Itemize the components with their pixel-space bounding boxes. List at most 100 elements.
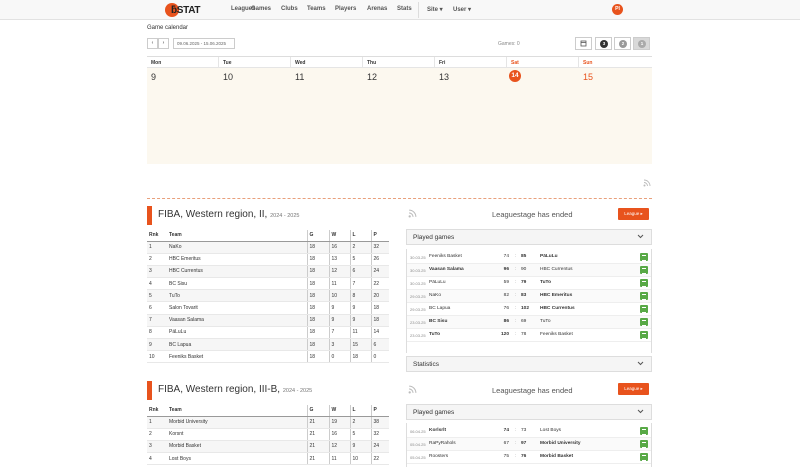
boxscore-icon[interactable] bbox=[640, 253, 648, 261]
away-team[interactable]: Morbid University bbox=[540, 441, 581, 446]
league-title[interactable]: FIBA, Western region, II, 2024 - 2025 bbox=[158, 209, 299, 220]
table-row[interactable]: 6 Salon Tovarit 18 9 9 18 bbox=[147, 301, 389, 315]
away-team[interactable]: HBC Emeritus bbox=[540, 293, 572, 298]
date-range-input[interactable]: 09.06.2025 - 15.06.2025 bbox=[173, 38, 235, 49]
col-games[interactable]: G bbox=[306, 230, 329, 242]
table-row[interactable]: 2 Korsnt 21 16 5 32 bbox=[147, 428, 389, 441]
boxscore-icon[interactable] bbox=[640, 305, 648, 313]
nav-user-dropdown[interactable]: User ▾ bbox=[453, 6, 471, 13]
statistics-panel-header[interactable]: Statistics bbox=[406, 356, 652, 372]
home-team[interactable]: RaPyRahols bbox=[429, 441, 456, 446]
col-points[interactable]: P bbox=[370, 405, 389, 417]
played-games-panel-header[interactable]: Played games bbox=[406, 229, 652, 245]
boxscore-icon[interactable] bbox=[640, 318, 648, 326]
day-cell[interactable] bbox=[507, 67, 579, 164]
away-team[interactable]: TuTo bbox=[540, 319, 551, 324]
nav-arenas[interactable]: Arenas bbox=[367, 6, 387, 12]
team-cell[interactable]: Vaasan Salama bbox=[167, 314, 307, 327]
boxscore-icon[interactable] bbox=[640, 427, 648, 435]
away-team[interactable]: Lost Boys bbox=[540, 428, 561, 433]
home-team[interactable]: NaKo bbox=[429, 293, 441, 298]
game-row[interactable]: 23.03.25 TuTo 120:78 Feeniks Basket bbox=[407, 329, 651, 342]
game-row[interactable]: 05.04.25 RaPyRahols 67:97 Morbid University bbox=[407, 438, 651, 451]
table-row[interactable]: 10 Feeniks Basket 18 0 18 0 bbox=[147, 350, 389, 364]
home-team[interactable]: BC Lapua bbox=[429, 306, 450, 311]
nav-players[interactable]: Players bbox=[335, 6, 356, 12]
col-rank[interactable]: Rnk bbox=[147, 405, 167, 417]
boxscore-icon[interactable] bbox=[640, 331, 648, 339]
home-team[interactable]: PäLuLu bbox=[429, 280, 446, 285]
league-button[interactable]: League ▸ bbox=[618, 383, 649, 395]
home-team[interactable]: Korlsrlt bbox=[429, 428, 446, 433]
boxscore-icon[interactable] bbox=[640, 292, 648, 300]
day-column-sat[interactable]: Sat 14 bbox=[507, 57, 579, 164]
team-cell[interactable]: Morbid Basket bbox=[167, 440, 307, 454]
table-row[interactable]: 2 HBC Emeritus 18 13 5 26 bbox=[147, 253, 389, 266]
view-2-button[interactable]: 2 bbox=[614, 37, 631, 50]
nav-games[interactable]: Games bbox=[251, 6, 271, 12]
col-losses[interactable]: L bbox=[349, 230, 371, 242]
day-column-thu[interactable]: Thu 12 bbox=[363, 57, 435, 164]
table-row[interactable]: 1 NaKo 18 16 2 32 bbox=[147, 241, 389, 254]
boxscore-icon[interactable] bbox=[640, 266, 648, 274]
home-team[interactable]: Vaasan Salama bbox=[429, 267, 464, 272]
view-3-button[interactable]: 3 bbox=[595, 37, 612, 50]
col-games[interactable]: G bbox=[306, 405, 329, 417]
col-team[interactable]: Team bbox=[167, 230, 307, 242]
nav-site-dropdown[interactable]: Site ▾ bbox=[427, 6, 443, 13]
day-column-tue[interactable]: Tue 10 bbox=[219, 57, 291, 164]
table-row[interactable]: 4 Lost Boys 21 11 10 22 bbox=[147, 452, 389, 466]
home-team[interactable]: TuTo bbox=[429, 332, 440, 337]
rss-icon[interactable] bbox=[408, 209, 417, 218]
home-team[interactable]: Roosters bbox=[429, 454, 448, 459]
played-games-panel-header[interactable]: Played games bbox=[406, 404, 652, 420]
game-row[interactable]: 05.04.25 Roosters 75:76 Morbid Basket bbox=[407, 451, 651, 464]
home-team[interactable]: BC Sisu bbox=[429, 319, 447, 324]
col-points[interactable]: P bbox=[370, 230, 389, 242]
rss-icon[interactable] bbox=[408, 385, 417, 394]
col-team[interactable]: Team bbox=[167, 405, 307, 417]
day-cell[interactable] bbox=[147, 67, 219, 164]
calendar-picker-button[interactable] bbox=[575, 37, 592, 50]
prev-week-button[interactable]: ‹ bbox=[147, 38, 158, 49]
game-row[interactable]: 29.03.25 BC Lapua 76:102 HBC Currentus bbox=[407, 303, 651, 316]
team-cell[interactable]: BC Lapua bbox=[167, 338, 307, 352]
col-wins[interactable]: W bbox=[328, 405, 350, 417]
league-button[interactable]: League ▸ bbox=[618, 208, 649, 220]
home-team[interactable]: Feeniks Basket bbox=[429, 254, 462, 259]
away-team[interactable]: HBC Currentus bbox=[540, 267, 573, 272]
day-column-sun[interactable]: Sun 15 bbox=[579, 57, 652, 164]
table-row[interactable]: 3 HBC Currentus 18 12 6 24 bbox=[147, 265, 389, 279]
table-row[interactable]: 3 Morbid Basket 21 12 9 24 bbox=[147, 440, 389, 454]
boxscore-icon[interactable] bbox=[640, 279, 648, 287]
nav-teams[interactable]: Teams bbox=[307, 6, 326, 12]
away-team[interactable]: TuTo bbox=[540, 280, 551, 285]
game-row[interactable]: 30.03.25 Vaasan Salama 96:90 HBC Currentus bbox=[407, 264, 651, 277]
game-row[interactable]: 23.03.25 BC Sisu 86:69 TuTo bbox=[407, 316, 651, 329]
team-cell[interactable]: Morbid University bbox=[167, 416, 307, 429]
away-team[interactable]: PäLuLu bbox=[540, 254, 558, 259]
col-wins[interactable]: W bbox=[328, 230, 350, 242]
game-row[interactable]: 29.03.25 NaKo 82:83 HBC Emeritus bbox=[407, 290, 651, 303]
team-cell[interactable]: Feeniks Basket bbox=[167, 350, 307, 364]
day-column-fri[interactable]: Fri 13 bbox=[435, 57, 507, 164]
day-column-wed[interactable]: Wed 11 bbox=[291, 57, 363, 164]
table-row[interactable]: 4 BC Sisu 18 11 7 22 bbox=[147, 277, 389, 291]
table-row[interactable]: 9 BC Lapua 18 3 15 6 bbox=[147, 338, 389, 352]
day-column-mon[interactable]: Mon 9 bbox=[147, 57, 219, 164]
team-cell[interactable]: Lost Boys bbox=[167, 452, 307, 466]
col-rank[interactable]: Rnk bbox=[147, 230, 167, 242]
away-team[interactable]: HBC Currentus bbox=[540, 306, 575, 311]
view-1-button[interactable]: 1 bbox=[633, 37, 650, 50]
game-row[interactable]: 30.03.25 Feeniks Basket 74:85 PäLuLu bbox=[407, 251, 651, 264]
nav-clubs[interactable]: Clubs bbox=[281, 6, 298, 12]
away-team[interactable]: Morbid Basket bbox=[540, 454, 573, 459]
boxscore-icon[interactable] bbox=[640, 453, 648, 461]
team-cell[interactable]: PäLuLu bbox=[167, 326, 307, 340]
team-cell[interactable]: TuTo bbox=[167, 289, 307, 303]
next-week-button[interactable]: › bbox=[158, 38, 169, 49]
nav-stats[interactable]: Stats bbox=[397, 6, 412, 12]
table-row[interactable]: 1 Morbid University 21 19 2 38 bbox=[147, 416, 389, 429]
team-cell[interactable]: NaKo bbox=[167, 241, 307, 254]
site-logo[interactable]: ƃSTAT bbox=[165, 2, 209, 18]
